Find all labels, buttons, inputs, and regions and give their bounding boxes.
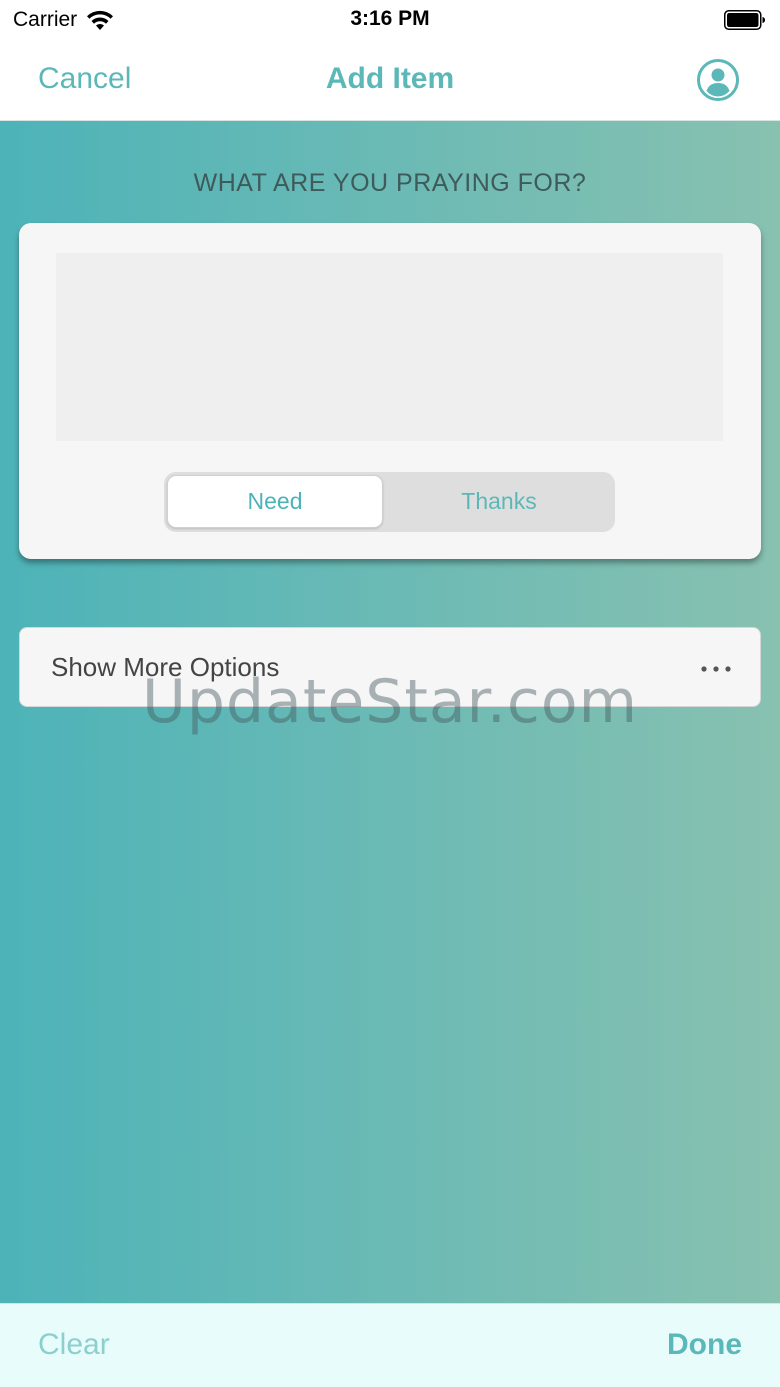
done-button[interactable]: Done — [667, 1328, 742, 1362]
prompt-heading: WHAT ARE YOU PRAYING FOR? — [193, 169, 587, 197]
cancel-button[interactable]: Cancel — [38, 62, 131, 96]
person-circle-icon — [697, 59, 739, 101]
segment-thanks[interactable]: Thanks — [386, 475, 612, 528]
status-bar: Carrier 3:16 PM — [0, 0, 780, 40]
battery-icon — [724, 10, 765, 30]
main-content: WHAT ARE YOU PRAYING FOR? Need Thanks Sh… — [0, 121, 780, 1303]
navigation-bar: Cancel Add Item — [0, 40, 780, 121]
clear-button[interactable]: Clear — [38, 1328, 110, 1362]
entry-card: Need Thanks — [19, 223, 761, 559]
bottom-toolbar: Clear Done — [0, 1303, 780, 1387]
prayer-text-input[interactable] — [56, 253, 723, 441]
show-more-options-row[interactable]: Show More Options — [19, 627, 761, 707]
need-thanks-segmented-control: Need Thanks — [164, 472, 615, 532]
show-more-options-label: Show More Options — [51, 652, 280, 682]
ellipsis-icon — [701, 666, 731, 672]
status-time: 3:16 PM — [350, 7, 430, 30]
profile-button[interactable] — [696, 58, 740, 102]
segment-need[interactable]: Need — [167, 475, 383, 528]
